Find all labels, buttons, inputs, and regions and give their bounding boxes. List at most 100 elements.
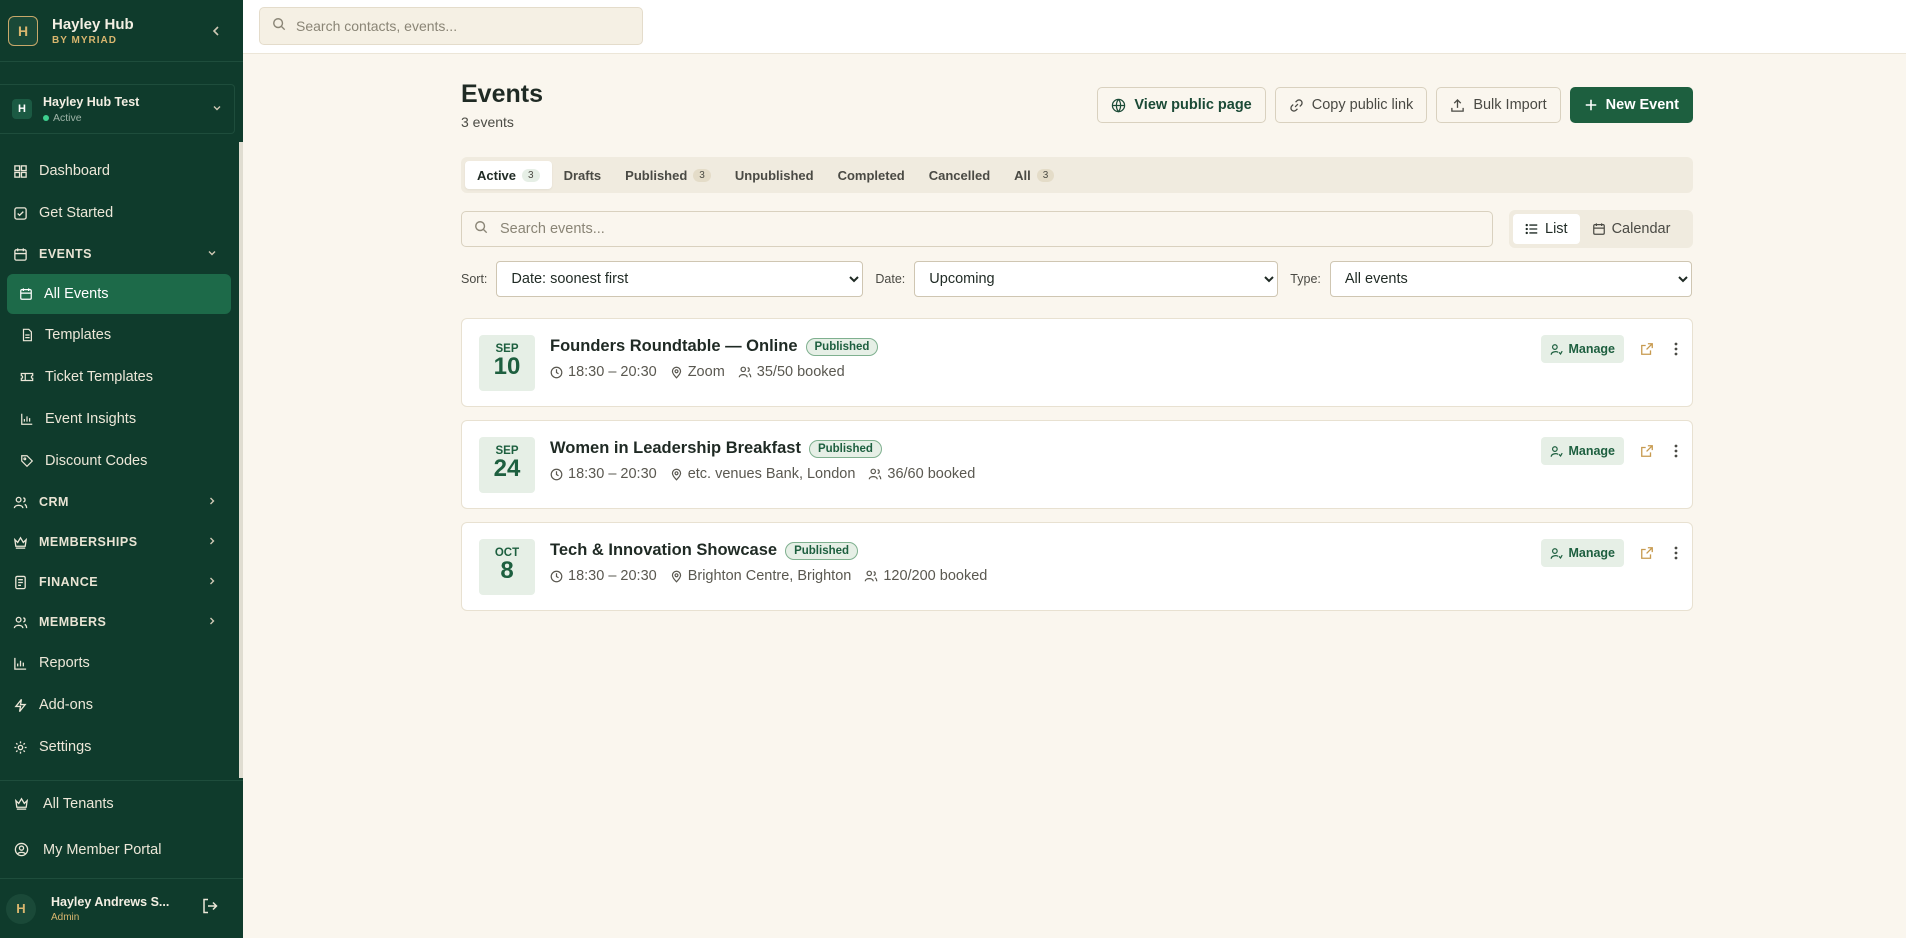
- sidebar-nav: Dashboard Get Started EVENTS All Events …: [0, 150, 243, 768]
- sidebar-section-label: CRM: [39, 495, 69, 509]
- sidebar-section-finance[interactable]: FINANCE: [0, 562, 243, 602]
- external-link-icon[interactable]: [1640, 444, 1654, 458]
- sidebar-item-label: Add-ons: [39, 697, 94, 713]
- more-options-icon[interactable]: [1674, 444, 1678, 458]
- status-dot: [43, 114, 49, 121]
- map-pin-icon: [670, 468, 683, 481]
- event-day: 24: [493, 455, 521, 482]
- sidebar-item-addons[interactable]: Add-ons: [0, 684, 243, 726]
- event-card[interactable]: SEP 24 Women in Leadership Breakfast Pub…: [461, 420, 1693, 509]
- bulk-import-button[interactable]: Bulk Import: [1436, 87, 1561, 123]
- sidebar-section-memberships[interactable]: MEMBERSHIPS: [0, 522, 243, 562]
- sidebar-item-label: My Member Portal: [43, 842, 162, 858]
- type-select[interactable]: All events: [1329, 261, 1692, 297]
- sidebar-item-label: Ticket Templates: [45, 369, 153, 385]
- sidebar-item-all-events[interactable]: All Events: [7, 274, 231, 314]
- tab-published[interactable]: Published 3: [613, 161, 723, 189]
- event-location: Zoom: [687, 364, 725, 380]
- sidebar-item-discount-codes[interactable]: Discount Codes: [0, 440, 243, 482]
- tab-label: Drafts: [563, 167, 602, 183]
- clock-icon: [550, 468, 563, 481]
- event-search[interactable]: [461, 211, 1493, 247]
- tab-label: Active: [477, 167, 517, 183]
- bar-chart-icon: [20, 412, 34, 426]
- sidebar-item-settings[interactable]: Settings: [0, 726, 243, 768]
- tab-all[interactable]: All 3: [1002, 161, 1066, 189]
- list-icon: [1525, 222, 1539, 236]
- event-actions: Manage: [1541, 437, 1678, 465]
- event-time: 18:30 – 20:30: [568, 466, 657, 482]
- status-badge: Published: [808, 439, 882, 458]
- sidebar-item-ticket-templates[interactable]: Ticket Templates: [0, 356, 243, 398]
- tab-drafts[interactable]: Drafts: [552, 161, 614, 189]
- tab-completed[interactable]: Completed: [826, 161, 917, 189]
- users-icon: [12, 614, 28, 630]
- user-name: Hayley Andrews S...: [51, 894, 170, 909]
- ticket-icon: [20, 370, 34, 384]
- calendar-view-button[interactable]: Calendar: [1580, 214, 1683, 244]
- sidebar-item-dashboard[interactable]: Dashboard: [0, 150, 243, 192]
- tab-active[interactable]: Active 3: [465, 161, 552, 189]
- event-title[interactable]: Founders Roundtable — Online: [550, 337, 798, 356]
- more-options-icon[interactable]: [1674, 342, 1678, 356]
- event-card[interactable]: OCT 8 Tech & Innovation Showcase Publish…: [461, 522, 1693, 611]
- brand-logo: H: [8, 15, 38, 46]
- list-view-button[interactable]: List: [1513, 214, 1580, 244]
- new-event-button[interactable]: New Event: [1569, 87, 1693, 123]
- external-link-icon[interactable]: [1640, 342, 1654, 356]
- sidebar-item-templates[interactable]: Templates: [0, 314, 243, 356]
- users-icon: [868, 467, 882, 481]
- event-booked: 120/200 booked: [883, 568, 988, 584]
- sidebar-section-events[interactable]: EVENTS: [0, 234, 243, 274]
- sidebar-section-label: MEMBERSHIPS: [39, 535, 138, 549]
- sidebar-item-label: Dashboard: [39, 163, 110, 179]
- more-options-icon[interactable]: [1674, 546, 1678, 560]
- event-search-input[interactable]: [500, 221, 1460, 237]
- date-select[interactable]: Upcoming: [914, 261, 1279, 297]
- event-title-row: Tech & Innovation Showcase Published: [550, 541, 859, 560]
- sidebar-item-event-insights[interactable]: Event Insights: [0, 398, 243, 440]
- count-badge: 3: [693, 168, 711, 182]
- sidebar-section-label: EVENTS: [39, 247, 93, 261]
- tab-label: All: [1014, 167, 1031, 183]
- globe-icon: [1111, 98, 1126, 113]
- gear-icon: [12, 739, 28, 755]
- sidebar-section-label: FINANCE: [39, 575, 99, 589]
- event-card[interactable]: SEP 10 Founders Roundtable — Online Publ…: [461, 318, 1693, 407]
- manage-button[interactable]: Manage: [1541, 539, 1624, 567]
- view-public-page-button[interactable]: View public page: [1097, 87, 1266, 123]
- logout-icon[interactable]: [201, 897, 219, 920]
- chevron-down-icon: [207, 248, 217, 261]
- global-search-input[interactable]: [296, 18, 616, 34]
- tab-cancelled[interactable]: Cancelled: [917, 161, 1002, 189]
- event-title[interactable]: Women in Leadership Breakfast: [550, 439, 801, 458]
- external-link-icon[interactable]: [1640, 546, 1654, 560]
- sidebar-item-get-started[interactable]: Get Started: [0, 192, 243, 234]
- user-circle-icon: [14, 842, 30, 858]
- global-search[interactable]: [259, 7, 643, 45]
- button-label: Manage: [1568, 342, 1615, 356]
- view-toggle: List Calendar: [1509, 210, 1693, 248]
- manage-button[interactable]: Manage: [1541, 437, 1624, 465]
- page-title: Events: [461, 80, 543, 108]
- sidebar-item-label: Get Started: [39, 205, 114, 221]
- manage-button[interactable]: Manage: [1541, 335, 1624, 363]
- tenant-switcher[interactable]: H Hayley Hub Test Active: [0, 84, 235, 134]
- collapse-sidebar-icon[interactable]: [211, 23, 221, 39]
- sidebar-item-all-tenants[interactable]: All Tenants: [0, 781, 243, 827]
- search-icon: [272, 17, 286, 36]
- sort-select[interactable]: Date: soonest first: [496, 261, 864, 297]
- sidebar-section-members[interactable]: MEMBERS: [0, 602, 243, 642]
- sidebar-section-crm[interactable]: CRM: [0, 482, 243, 522]
- sidebar-item-member-portal[interactable]: My Member Portal: [0, 827, 243, 873]
- chevron-right-icon: [207, 536, 217, 549]
- copy-public-link-button[interactable]: Copy public link: [1274, 87, 1428, 123]
- tab-unpublished[interactable]: Unpublished: [723, 161, 826, 189]
- sidebar-item-reports[interactable]: Reports: [0, 642, 243, 684]
- user-profile[interactable]: H Hayley Andrews S... Admin: [0, 878, 243, 938]
- tenant-status: Active: [43, 112, 139, 124]
- clock-icon: [550, 366, 563, 379]
- chevron-right-icon: [207, 496, 217, 509]
- event-meta: 18:30 – 20:30 Brighton Centre, Brighton …: [550, 568, 1000, 584]
- event-title[interactable]: Tech & Innovation Showcase: [550, 541, 777, 560]
